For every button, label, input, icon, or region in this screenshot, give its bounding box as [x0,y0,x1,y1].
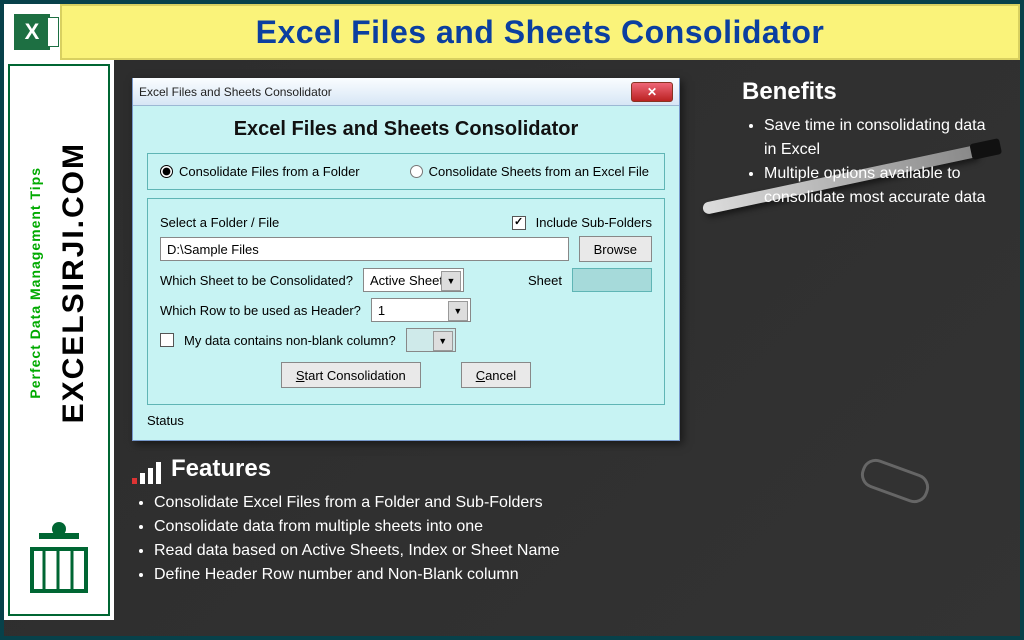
start-consolidation-button[interactable]: Start Consolidation [281,362,421,388]
dialog-window-title: Excel Files and Sheets Consolidator [139,85,332,99]
sheet-label: Sheet [528,273,562,288]
header: X Excel Files and Sheets Consolidator [4,4,1020,60]
browse-label: Browse [594,242,637,257]
nonblank-label: My data contains non-blank column? [184,333,396,348]
radio-folder-label: Consolidate Files from a Folder [179,164,360,179]
excel-logo-icon: X [4,4,60,60]
benefits-panel: Benefits Save time in consolidating data… [742,78,992,210]
radio-consolidate-folder[interactable]: Consolidate Files from a Folder [160,164,360,179]
which-sheet-select[interactable]: Active Sheet [363,268,464,292]
benefit-item: Multiple options available to consolidat… [764,162,992,210]
mode-group: Consolidate Files from a Folder Consolid… [147,153,665,190]
status-label: Status [147,413,665,428]
title-band: Excel Files and Sheets Consolidator [60,4,1020,60]
features-title: Features [171,455,271,483]
include-subfolders-checkbox[interactable] [512,216,526,230]
radio-sheets-input[interactable] [410,165,423,178]
which-sheet-value: Active Sheet [370,273,443,288]
features-panel: Features Consolidate Excel Files from a … [132,455,1006,587]
sidebar-tagline: Perfect Data Management Tips [27,167,43,399]
include-subfolders-label: Include Sub-Folders [536,215,652,230]
feature-item: Consolidate Excel Files from a Folder an… [154,491,1006,515]
cancel-label: ancel [485,368,516,383]
start-label: tart Consolidation [305,368,406,383]
sidebar-brand: EXCELSIRJI.COM [57,142,91,423]
feature-item: Define Header Row number and Non-Blank c… [154,563,1006,587]
page-title: Excel Files and Sheets Consolidator [256,14,825,51]
nonblank-column-select[interactable] [406,328,456,352]
feature-item: Consolidate data from multiple sheets in… [154,515,1006,539]
feature-item: Read data based on Active Sheets, Index … [154,539,1006,563]
radio-folder-input[interactable] [160,165,173,178]
sidebar-graphic-icon [24,494,94,614]
radio-consolidate-sheets[interactable]: Consolidate Sheets from an Excel File [410,164,649,179]
sidebar: Perfect Data Management Tips EXCELSIRJI.… [4,60,114,620]
sheet-name-input[interactable] [572,268,652,292]
radio-sheets-label: Consolidate Sheets from an Excel File [429,164,649,179]
close-button[interactable]: ✕ [631,82,673,102]
dialog-heading: Excel Files and Sheets Consolidator [147,118,665,141]
header-row-select[interactable]: 1 [371,298,471,322]
nonblank-checkbox[interactable] [160,333,174,347]
folder-path-input[interactable] [160,237,569,261]
header-row-value: 1 [378,303,385,318]
options-group: Select a Folder / File Include Sub-Folde… [147,198,665,405]
which-sheet-label: Which Sheet to be Consolidated? [160,273,353,288]
dialog-titlebar[interactable]: Excel Files and Sheets Consolidator ✕ [133,78,679,106]
select-folder-label: Select a Folder / File [160,215,279,230]
cancel-button[interactable]: Cancel [461,362,531,388]
browse-button[interactable]: Browse [579,236,652,262]
consolidator-dialog: Excel Files and Sheets Consolidator ✕ Ex… [132,78,680,441]
bars-icon [132,462,161,484]
benefits-title: Benefits [742,78,992,106]
which-row-label: Which Row to be used as Header? [160,303,361,318]
benefit-item: Save time in consolidating data in Excel [764,114,992,162]
